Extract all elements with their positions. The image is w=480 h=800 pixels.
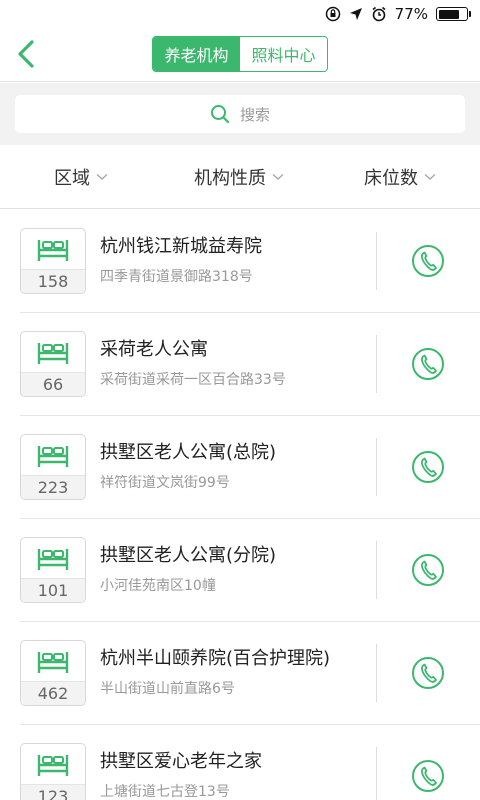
alarm-icon	[372, 6, 386, 22]
filter-beds-dropdown[interactable]: 床位数	[364, 145, 436, 209]
divider	[376, 541, 377, 599]
bed-count-card: 223	[20, 434, 86, 500]
phone-call-button[interactable]	[411, 450, 445, 484]
back-button[interactable]	[8, 36, 44, 72]
phone-call-button[interactable]	[411, 759, 445, 793]
bed-count-card: 123	[20, 743, 86, 800]
institution-address: 四季青街道景御路318号	[100, 269, 253, 285]
orientation-lock-icon	[325, 6, 340, 22]
bed-count: 66	[21, 372, 85, 396]
bed-count: 462	[21, 681, 85, 705]
institution-list: 158 杭州钱江新城益寿院 四季青街道景御路318号 66 采荷老人公寓 采荷街…	[0, 210, 480, 800]
phone-call-button[interactable]	[411, 553, 445, 587]
list-item[interactable]: 223 拱墅区老人公寓(总院) 祥符街道文岚街99号	[20, 416, 480, 519]
list-item[interactable]: 462 杭州半山颐养院(百合护理院) 半山街道山前直路6号	[20, 622, 480, 725]
phone-call-button[interactable]	[411, 244, 445, 278]
tab-elderly-institutions[interactable]: 养老机构	[153, 37, 240, 71]
institution-address: 采荷街道采荷一区百合路33号	[100, 372, 286, 388]
bed-icon	[37, 446, 69, 467]
institution-address: 半山街道山前直路6号	[100, 681, 235, 697]
institution-address: 祥符街道文岚街99号	[100, 475, 230, 491]
bed-icon	[37, 755, 69, 776]
divider	[376, 335, 377, 393]
location-arrow-icon	[349, 8, 362, 20]
bed-icon	[37, 549, 69, 570]
bed-count-card: 101	[20, 537, 86, 603]
chevron-down-icon	[424, 173, 436, 181]
search-icon	[210, 105, 230, 124]
list-item[interactable]: 158 杭州钱江新城益寿院 四季青街道景御路318号	[20, 210, 480, 313]
bed-count: 158	[21, 269, 85, 293]
bed-icon	[37, 343, 69, 364]
bed-count: 101	[21, 578, 85, 602]
filter-region-label: 区域	[54, 168, 90, 189]
bed-count: 123	[21, 784, 85, 800]
battery-icon	[436, 7, 471, 21]
institution-address: 上塘街道七古登13号	[100, 784, 230, 800]
search-area: 搜索	[0, 83, 480, 145]
list-item[interactable]: 123 拱墅区爱心老年之家 上塘街道七古登13号	[20, 725, 480, 800]
chevron-down-icon	[96, 173, 108, 181]
filter-bar: 区域 机构性质 床位数	[0, 145, 480, 209]
institution-address: 小河佳苑南区10幢	[100, 578, 216, 594]
phone-call-button[interactable]	[411, 347, 445, 381]
bed-count-card: 158	[20, 228, 86, 294]
list-item[interactable]: 66 采荷老人公寓 采荷街道采荷一区百合路33号	[20, 313, 480, 416]
chevron-down-icon	[272, 173, 284, 181]
list-item[interactable]: 101 拱墅区老人公寓(分院) 小河佳苑南区10幢	[20, 519, 480, 622]
institution-name: 拱墅区老人公寓(分院)	[100, 545, 277, 566]
bed-count-card: 462	[20, 640, 86, 706]
category-segmented-control: 养老机构 照料中心	[152, 36, 328, 72]
battery-percentage: 77%	[394, 5, 428, 23]
institution-name: 拱墅区爱心老年之家	[100, 751, 262, 772]
tab-care-centers[interactable]: 照料中心	[240, 37, 327, 71]
chevron-left-icon	[18, 40, 34, 68]
divider	[376, 644, 377, 702]
search-placeholder: 搜索	[239, 105, 270, 124]
bed-count-card: 66	[20, 331, 86, 397]
filter-beds-label: 床位数	[364, 168, 418, 189]
institution-name: 杭州钱江新城益寿院	[100, 236, 262, 257]
divider	[376, 232, 377, 290]
institution-name: 拱墅区老人公寓(总院)	[100, 442, 277, 463]
status-bar: 77%	[0, 0, 480, 28]
bed-count: 223	[21, 475, 85, 499]
bed-icon	[37, 652, 69, 673]
nav-header: 养老机构 照料中心	[0, 28, 480, 82]
battery-level-fill	[438, 9, 460, 19]
filter-nature-label: 机构性质	[194, 168, 266, 189]
filter-nature-dropdown[interactable]: 机构性质	[194, 145, 284, 209]
institution-name: 杭州半山颐养院(百合护理院)	[100, 648, 331, 669]
phone-call-button[interactable]	[411, 656, 445, 690]
bed-icon	[37, 240, 69, 261]
institution-name: 采荷老人公寓	[100, 339, 208, 360]
filter-region-dropdown[interactable]: 区域	[54, 145, 108, 209]
divider	[376, 747, 377, 800]
search-input[interactable]: 搜索	[15, 95, 465, 133]
divider	[376, 438, 377, 496]
